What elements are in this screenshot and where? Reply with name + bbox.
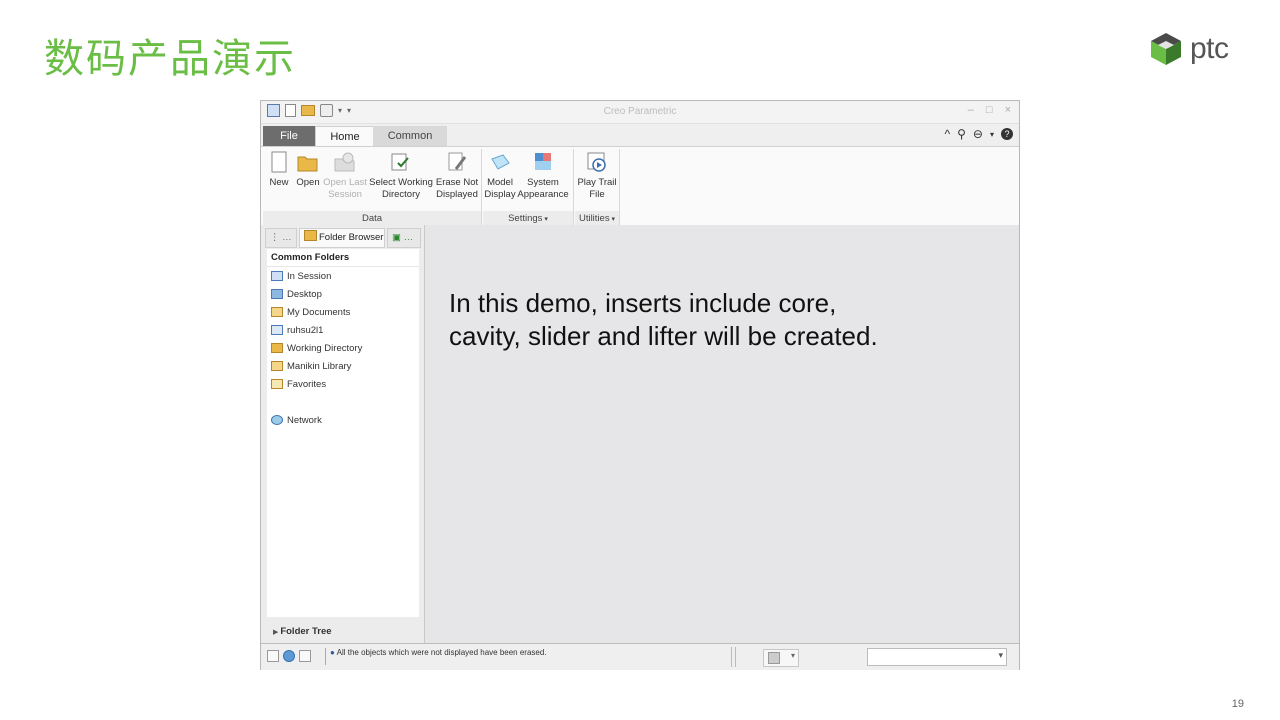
status-separator [735,647,736,667]
search-icon[interactable]: ⚲ [957,127,966,141]
demo-caption-line: In this demo, inserts include core, [449,288,837,318]
working-directory-icon [390,151,412,173]
common-folders-heading: Common Folders [267,249,419,267]
graphics-area[interactable]: In this demo, inserts include core, cavi… [425,225,1019,643]
new-button[interactable]: New [265,151,293,189]
model-display-button[interactable]: Model Display [483,151,517,201]
open-last-session-button[interactable]: Open Last Session [323,151,367,201]
network-icon [271,415,283,425]
open-folder-icon [297,151,319,173]
group-separator [619,149,620,225]
play-trail-file-button[interactable]: Play Trail File [575,151,619,201]
status-icons [267,650,311,662]
tab-file[interactable]: File [263,126,315,146]
group-separator [573,149,574,225]
tab-model-tree[interactable]: ⋮ … [265,228,297,248]
logo-text: ptc [1190,32,1229,65]
folder-list: Common Folders In Session Desktop My Doc… [267,249,419,617]
documents-icon [271,307,283,317]
collapse-ribbon-icon[interactable]: ^ [944,127,950,141]
list-item[interactable]: Favorites [267,375,419,393]
list-item[interactable]: Manikin Library [267,357,419,375]
chevron-down-icon[interactable]: ▾ [990,130,994,139]
list-item[interactable]: Working Directory [267,339,419,357]
folder-browser-icon [304,230,317,241]
navigator-tabs: ⋮ … Folder Browser ▣ … [261,225,424,249]
tab-home[interactable]: Home [315,126,375,147]
minimize-icon[interactable]: – [968,104,974,116]
status-bar: ● All the objects which were not display… [261,643,1019,670]
folder-tree-toggle[interactable]: ▶ Folder Tree [273,626,332,637]
ptc-logo-icon [1151,33,1181,65]
help-toolbar: ^ ⚲ ⊖ ▾ ? [944,127,1013,141]
working-directory-icon [271,343,283,353]
demo-caption: In this demo, inserts include core, cavi… [449,287,1009,353]
bullet-icon: ● [330,648,337,657]
slide-title: 数码产品演示 [44,36,296,82]
page-number: 19 [1231,698,1244,710]
ptc-logo: ptc [1150,32,1229,66]
filter-dropdown[interactable] [867,648,1007,666]
app-window: ▾ ▾ Creo Parametric – □ × File Home Comm… [260,100,1020,670]
window-title: Creo Parametric [603,106,677,117]
ribbon-tabs: File Home Common ^ ⚲ ⊖ ▾ ? [261,124,1019,147]
selection-filter-button[interactable]: ▾ [763,649,799,667]
demo-caption-line: cavity, slider and lifter will be create… [449,321,878,351]
new-file-icon [268,151,290,173]
help-icon[interactable]: ? [1001,128,1013,140]
status-message: ● All the objects which were not display… [325,648,547,665]
window-controls: – □ × [968,104,1011,116]
navigator-toggle-icon[interactable] [267,650,279,662]
favorites-icon [271,379,283,389]
model-tree-icon: ⋮ … [270,232,292,243]
maximize-icon[interactable]: □ [986,104,993,116]
fullscreen-icon[interactable] [299,650,311,662]
select-icon [768,652,780,664]
in-session-icon [271,271,283,281]
ribbon: New Open Open Last Session Select Workin… [261,146,1019,228]
list-item[interactable]: Network [267,411,419,429]
navigator-panel: ⋮ … Folder Browser ▣ … Common Folders In… [261,225,425,643]
community-icon[interactable]: ⊖ [973,127,983,141]
system-appearance-icon [532,151,554,173]
chevron-down-icon: ▾ [790,651,795,660]
list-item[interactable]: In Session [267,267,419,285]
tab-common[interactable]: Common [373,126,447,146]
erase-not-displayed-button[interactable]: Erase Not Displayed [435,151,479,201]
status-separator [731,647,732,667]
list-item[interactable]: My Documents [267,303,419,321]
title-bar: ▾ ▾ Creo Parametric – □ × [261,101,1019,124]
close-icon[interactable]: × [1005,104,1011,116]
desktop-icon [271,289,283,299]
open-last-session-icon [334,151,356,173]
model-display-icon [489,151,511,173]
chevron-down-icon: ▾ [609,216,616,223]
tab-folder-browser[interactable]: Folder Browser [299,228,385,248]
list-item[interactable]: ruhsu2l1 [267,321,419,339]
group-separator [481,149,482,225]
select-working-directory-button[interactable]: Select Working Directory [367,151,435,201]
system-appearance-button[interactable]: System Appearance [517,151,569,201]
erase-icon [446,151,468,173]
chevron-down-icon: ▾ [542,216,548,223]
open-button[interactable]: Open [293,151,323,189]
browser-toggle-icon[interactable] [283,650,295,662]
computer-icon [271,325,283,335]
manikin-library-icon [271,361,283,371]
trail-file-icon [586,151,608,173]
list-item[interactable]: Desktop [267,285,419,303]
favorites-icon: ▣ … [392,232,414,243]
tab-favorites[interactable]: ▣ … [387,228,421,248]
